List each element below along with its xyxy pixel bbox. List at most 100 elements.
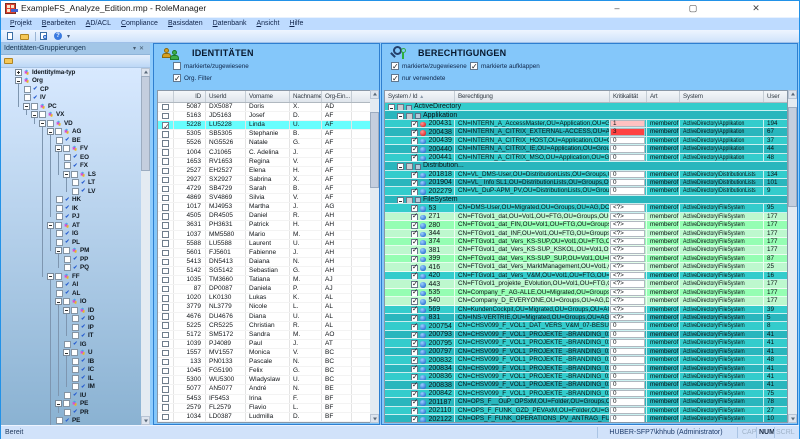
identity-row-2579[interactable]: 2579FL2579FlavioL.BF bbox=[158, 404, 370, 413]
menu-item-hilfe[interactable]: Hilfe bbox=[284, 19, 308, 29]
tree-expander[interactable] bbox=[15, 77, 22, 84]
tree-expander[interactable] bbox=[55, 400, 62, 407]
tree-node-pj-17[interactable]: ✔PJ bbox=[1, 213, 141, 222]
identity-row-1653[interactable]: 1653RV1653ReginaV.AF bbox=[158, 158, 370, 167]
row-checkbox[interactable] bbox=[411, 256, 418, 262]
group-checkbox[interactable] bbox=[406, 197, 413, 203]
permission-row-200439[interactable]: 200439CN=INTERN_A_CITRIX_HOST,OU=Applica… bbox=[385, 137, 787, 145]
permission-row-831[interactable]: 831CN=INS-VERTRIE,OU=Migrated,OU=Groups,… bbox=[385, 314, 787, 322]
checkbox-orgfilter-box[interactable] bbox=[173, 74, 181, 82]
row-checkbox[interactable] bbox=[162, 113, 169, 120]
row-checkbox[interactable] bbox=[411, 273, 418, 279]
permission-row-535[interactable]: 535CN=Company_F_AG-ALLE,OU=Migrated,OU=G… bbox=[385, 289, 787, 297]
row-checkbox[interactable] bbox=[411, 222, 418, 228]
tree-node-im-37[interactable]: ✔IM bbox=[1, 383, 141, 392]
tree-checkbox[interactable] bbox=[63, 145, 70, 152]
tree-node-fv-9[interactable]: ✱FV bbox=[1, 145, 141, 154]
tree-checkbox[interactable] bbox=[56, 230, 63, 237]
tree-node-io-29[interactable]: ✔IO bbox=[1, 315, 141, 324]
row-checkbox[interactable] bbox=[411, 130, 418, 136]
permission-row-200438[interactable]: 200438CN=INTERN_A_CITRIX_EXTERNAL-ACCESS… bbox=[385, 128, 787, 136]
row-checkbox[interactable] bbox=[162, 350, 169, 357]
tree-expander[interactable] bbox=[63, 349, 70, 356]
perm-checkbox-used-box[interactable] bbox=[391, 74, 399, 82]
tree-expander[interactable] bbox=[55, 145, 62, 152]
tree-node-il-36[interactable]: ✔IL bbox=[1, 374, 141, 383]
identity-row-5300[interactable]: 5300WU5300WladyslawU.BC bbox=[158, 376, 370, 385]
row-checkbox[interactable] bbox=[411, 281, 418, 287]
row-checkbox[interactable] bbox=[162, 332, 169, 339]
permission-row-201187[interactable]: 201187CN=OPS_F__OuP_OPSxM,OU=Folder,OU=G… bbox=[385, 398, 787, 406]
permission-group-distribution[interactable]: Distribution... bbox=[385, 162, 787, 170]
row-checkbox[interactable] bbox=[162, 168, 169, 175]
permission-group-activedirectory[interactable]: ActiveDirectory bbox=[385, 103, 787, 111]
tree-checkbox[interactable] bbox=[39, 111, 46, 118]
row-checkbox[interactable] bbox=[162, 404, 169, 411]
tree-checkbox[interactable] bbox=[24, 94, 31, 101]
identity-row-4729[interactable]: 4729SB4729SarahB.AF bbox=[158, 185, 370, 194]
identities-col-nachname[interactable]: Nachname bbox=[290, 91, 322, 102]
tree-node-fx-11[interactable]: ✔FX bbox=[1, 162, 141, 171]
identity-row-5588[interactable]: 5588LU5588LaurentU.AH bbox=[158, 240, 370, 249]
identity-row-1020[interactable]: 1020LK0130LukasK.AL bbox=[158, 294, 370, 303]
menu-item-bearbeiten[interactable]: Bearbeiten bbox=[37, 19, 81, 29]
tree-node-ik-16[interactable]: ✔IK bbox=[1, 204, 141, 213]
row-checkbox[interactable] bbox=[162, 386, 169, 393]
row-checkbox[interactable] bbox=[411, 231, 418, 237]
identities-checkbox-orgfilter[interactable]: Org. Filter bbox=[173, 74, 212, 82]
tree-node-org-1[interactable]: ✱Org bbox=[1, 77, 141, 86]
identity-row-5453[interactable]: 5453IF5453IrinaF.BF bbox=[158, 395, 370, 404]
group-expander[interactable] bbox=[397, 113, 404, 119]
identity-row-5228[interactable]: 5228LU5228LindaU.AF bbox=[158, 121, 370, 130]
perm-checkbox-expand-box[interactable] bbox=[470, 62, 478, 70]
identities-checkbox-marked[interactable]: markierte/zugewiesene bbox=[173, 62, 249, 70]
tree-checkbox[interactable] bbox=[64, 264, 71, 271]
tree-node-ff-24[interactable]: ✱FF bbox=[1, 272, 141, 281]
identity-row-5163[interactable]: 5163JD5163JosefD.AF bbox=[158, 112, 370, 121]
identity-row-5172[interactable]: 5172SM5172SandraM.AO bbox=[158, 331, 370, 340]
tree-node-pe-41[interactable]: ✔PE bbox=[1, 417, 141, 426]
tree-checkbox[interactable] bbox=[63, 247, 70, 254]
permissions-col-berechtigung[interactable]: Berechtigung bbox=[455, 91, 610, 102]
identities-col-orgein[interactable]: Org-Ein...▲ bbox=[322, 91, 352, 102]
identity-row-3779[interactable]: 3779NL3779NicoleL.AL bbox=[158, 303, 370, 312]
row-checkbox[interactable] bbox=[162, 158, 169, 165]
row-checkbox[interactable] bbox=[162, 240, 169, 247]
identity-row-1017[interactable]: 1017MJ4953MarthaJ.AG bbox=[158, 203, 370, 212]
permissions-scroll-thumb[interactable] bbox=[788, 107, 797, 207]
row-checkbox[interactable] bbox=[162, 359, 169, 366]
identity-row-4869[interactable]: 4869SV4869SilviaV.AF bbox=[158, 194, 370, 203]
permission-row-53[interactable]: 53CN=DMS-User,OU=Migrated,OU=Groups,OU=A… bbox=[385, 204, 787, 212]
group-expander[interactable] bbox=[397, 163, 404, 169]
tree-expander[interactable] bbox=[47, 222, 54, 229]
row-checkbox[interactable] bbox=[162, 250, 169, 257]
row-checkbox[interactable] bbox=[162, 104, 169, 111]
tree-expander[interactable] bbox=[63, 307, 70, 314]
tree-checkbox[interactable] bbox=[63, 400, 70, 407]
identity-row-5305[interactable]: 5305SB5305StephanieB.AF bbox=[158, 130, 370, 139]
permission-row-200754[interactable]: 200754CN=CHSV099_F_VOL1_DAT_VERS_V&M_07-… bbox=[385, 322, 787, 330]
tree-node-u-33[interactable]: ✱U bbox=[1, 349, 141, 358]
row-checkbox[interactable] bbox=[162, 259, 169, 266]
tree-expander[interactable] bbox=[47, 273, 54, 280]
tree-checkbox[interactable] bbox=[56, 281, 63, 288]
row-checkbox[interactable] bbox=[162, 341, 169, 348]
tree-node-ag-7[interactable]: ✱AG bbox=[1, 128, 141, 137]
row-checkbox[interactable] bbox=[162, 231, 169, 238]
permission-row-420[interactable]: 420CN=FTGvol1_dat_Vers_V&M,OU=Vol1,OU=FT… bbox=[385, 272, 787, 280]
row-checkbox[interactable] bbox=[162, 295, 169, 302]
permission-row-200431[interactable]: 200431CN=INTERN_A_AccessMaster,OU=Applic… bbox=[385, 120, 787, 128]
tree-checkbox[interactable] bbox=[64, 392, 71, 399]
tree-checkbox[interactable] bbox=[56, 196, 63, 203]
menu-item-projekt[interactable]: Projekt bbox=[5, 19, 37, 29]
header-checkbox-col[interactable] bbox=[158, 91, 174, 102]
menu-item-datenbank[interactable]: Datenbank bbox=[208, 19, 252, 29]
identity-row-5077[interactable]: 5077AN5077AndréN.BE bbox=[158, 385, 370, 394]
permission-row-200832[interactable]: 200832CN=CHSV099_F_VOL1_PROJEKTE_-BRANDI… bbox=[385, 356, 787, 364]
tree-checkbox[interactable] bbox=[47, 120, 54, 127]
row-checkbox[interactable] bbox=[411, 290, 418, 296]
tree-node-lv-14[interactable]: ✔LV bbox=[1, 187, 141, 196]
tree-scrollbar[interactable] bbox=[141, 68, 150, 425]
row-checkbox[interactable] bbox=[411, 332, 418, 338]
permission-row-202279[interactable]: 202279CN=VL_DuP-APM_PV,OU=DistributionLi… bbox=[385, 187, 787, 195]
